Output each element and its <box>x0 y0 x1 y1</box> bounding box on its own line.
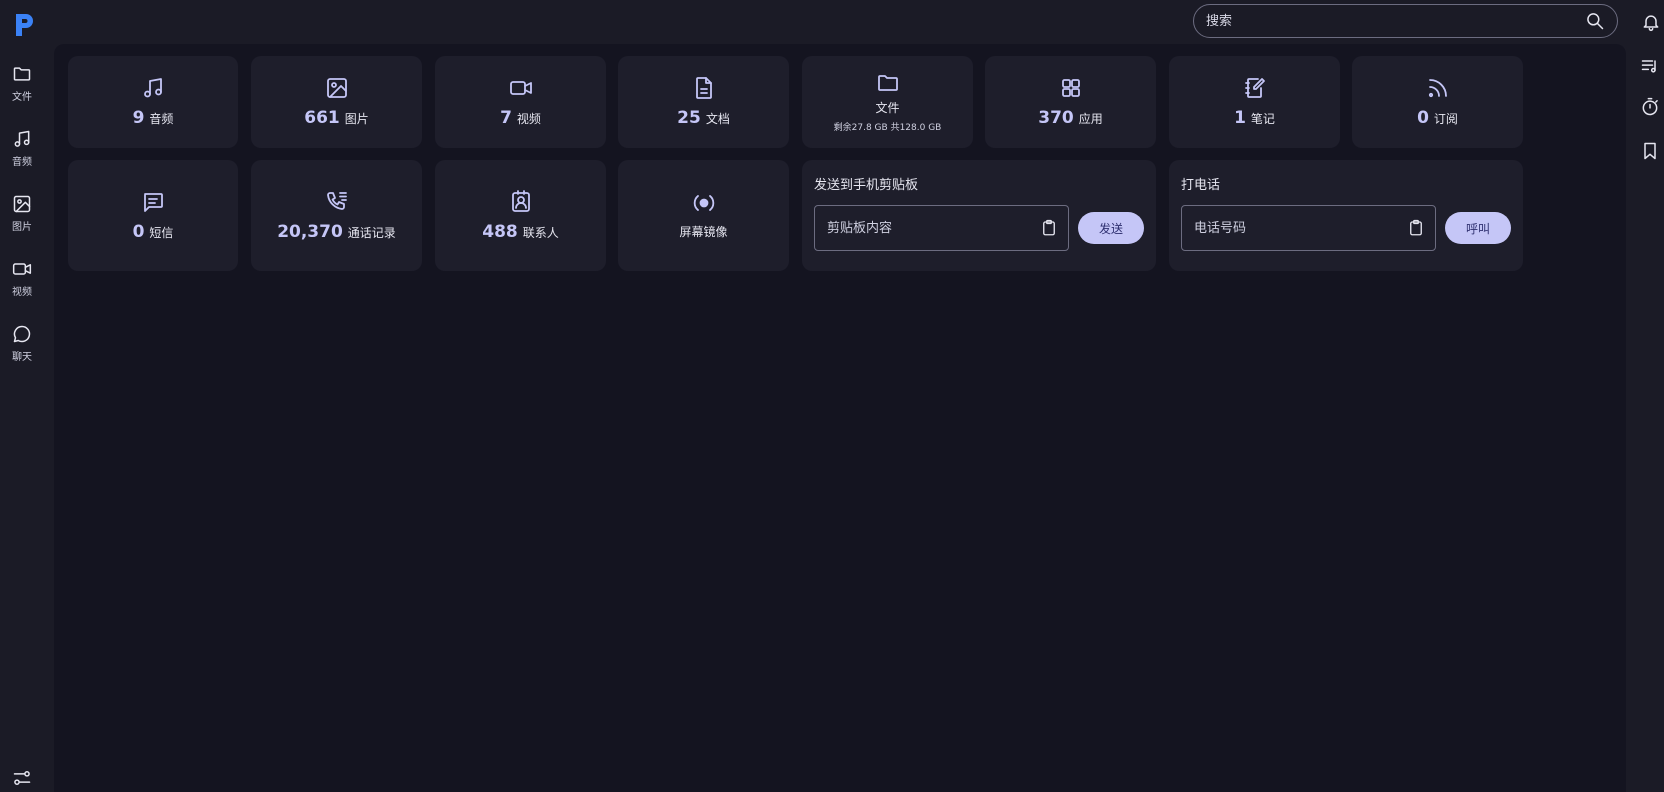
folder-icon <box>877 75 898 91</box>
contact-icon <box>511 189 530 212</box>
note-icon <box>1244 78 1265 98</box>
clipboard-row: 发送 <box>814 205 1144 251</box>
playlist-icon[interactable] <box>1640 56 1660 76</box>
nav-item-audio[interactable]: 音频 <box>0 129 44 168</box>
paste-icon[interactable] <box>1407 219 1425 237</box>
nav-item-images[interactable]: 图片 <box>0 194 44 233</box>
videos-count: 7 <box>500 108 512 128</box>
images-count: 661 <box>304 108 340 128</box>
sms-card[interactable]: 0 短信 <box>68 160 238 271</box>
send-button[interactable]: 发送 <box>1078 212 1144 244</box>
sms-label: 短信 <box>149 225 174 240</box>
documents-label: 文档 <box>705 112 730 126</box>
video-icon <box>12 263 32 275</box>
nav-item-video[interactable]: 视频 <box>0 259 44 298</box>
apps-grid-icon <box>1061 79 1080 97</box>
video-icon <box>509 81 532 95</box>
images-card[interactable]: 661 图片 <box>251 56 422 148</box>
videos-label: 视频 <box>516 112 541 126</box>
call-card: 打电话 呼叫 <box>1169 160 1523 271</box>
sms-count: 0 <box>132 221 145 242</box>
clipboard-input[interactable] <box>815 219 1040 237</box>
screen-mirror-card[interactable]: 屏幕镜像 <box>618 160 789 271</box>
clipboard-input-wrapper <box>814 205 1069 251</box>
apps-count: 370 <box>1038 108 1074 128</box>
clipboard-title: 发送到手机剪贴板 <box>814 178 919 193</box>
phone-number-input[interactable] <box>1182 219 1407 237</box>
phone-input-wrapper <box>1181 205 1436 251</box>
document-icon <box>695 77 712 99</box>
images-label: 图片 <box>344 112 369 126</box>
search-bar[interactable] <box>1193 4 1618 38</box>
message-icon <box>144 192 163 212</box>
files-label: 文件 <box>875 101 900 115</box>
nav-label: 文件 <box>12 92 32 103</box>
image-icon <box>326 78 347 98</box>
screen-mirror-icon <box>693 195 714 211</box>
notes-card[interactable]: 1 笔记 <box>1169 56 1340 148</box>
audio-label: 音频 <box>149 112 174 126</box>
screen-mirror-label: 屏幕镜像 <box>679 225 728 239</box>
storage-info: 剩余27.8 GB 共128.0 GB <box>833 123 942 133</box>
documents-count: 25 <box>677 108 701 128</box>
call-log-card[interactable]: 20,370 通话记录 <box>251 160 422 271</box>
audio-count: 9 <box>132 108 145 128</box>
call-log-icon <box>326 191 347 210</box>
bookmark-icon[interactable] <box>1640 141 1660 161</box>
notes-count: 1 <box>1234 108 1246 128</box>
feeds-card[interactable]: 0 订阅 <box>1352 56 1523 148</box>
contacts-card[interactable]: 488 联系人 <box>435 160 606 271</box>
call-row: 呼叫 <box>1181 205 1511 251</box>
documents-card[interactable]: 25 文档 <box>618 56 789 148</box>
contacts-count: 488 <box>482 221 518 242</box>
nav-label: 聊天 <box>12 352 32 363</box>
call-title: 打电话 <box>1181 178 1221 193</box>
music-icon <box>144 78 162 98</box>
nav-item-files[interactable]: 文件 <box>0 64 44 103</box>
contacts-label: 联系人 <box>522 225 559 240</box>
clipboard-card: 发送到手机剪贴板 发送 <box>802 160 1156 271</box>
dashboard-panel: 9 音频 661 图片 7 视频 25 文档 文件 剩余27.8 GB 共128.0 G… <box>54 44 1626 792</box>
app-logo-icon[interactable] <box>12 12 36 38</box>
audio-card[interactable]: 9 音频 <box>68 56 238 148</box>
rss-icon <box>1428 79 1447 98</box>
nav-label: 图片 <box>12 222 32 233</box>
left-sidebar: 文件 音频 图片 视频 聊天 <box>0 0 54 792</box>
nav-label: 视频 <box>12 287 32 298</box>
videos-card[interactable]: 7 视频 <box>435 56 606 148</box>
feeds-label: 订阅 <box>1433 112 1458 126</box>
call-button[interactable]: 呼叫 <box>1445 212 1511 244</box>
notes-label: 笔记 <box>1250 112 1275 126</box>
search-icon[interactable] <box>1585 11 1605 31</box>
files-card[interactable]: 文件 剩余27.8 GB 共128.0 GB <box>802 56 973 148</box>
paste-icon[interactable] <box>1040 219 1058 237</box>
call-log-label: 通话记录 <box>347 225 396 240</box>
folder-icon <box>13 67 31 81</box>
music-icon <box>14 130 30 147</box>
chat-icon <box>13 325 31 343</box>
search-input[interactable] <box>1194 12 1585 30</box>
call-log-count: 20,370 <box>277 221 343 242</box>
feeds-count: 0 <box>1417 108 1429 128</box>
apps-label: 应用 <box>1078 112 1103 126</box>
nav-item-chat[interactable]: 聊天 <box>0 324 44 363</box>
apps-card[interactable]: 370 应用 <box>985 56 1156 148</box>
nav-label: 音频 <box>12 157 32 168</box>
settings-sliders-icon[interactable] <box>12 768 32 788</box>
right-sidebar <box>1627 0 1664 792</box>
image-icon <box>13 195 31 213</box>
timer-icon[interactable] <box>1640 97 1660 117</box>
